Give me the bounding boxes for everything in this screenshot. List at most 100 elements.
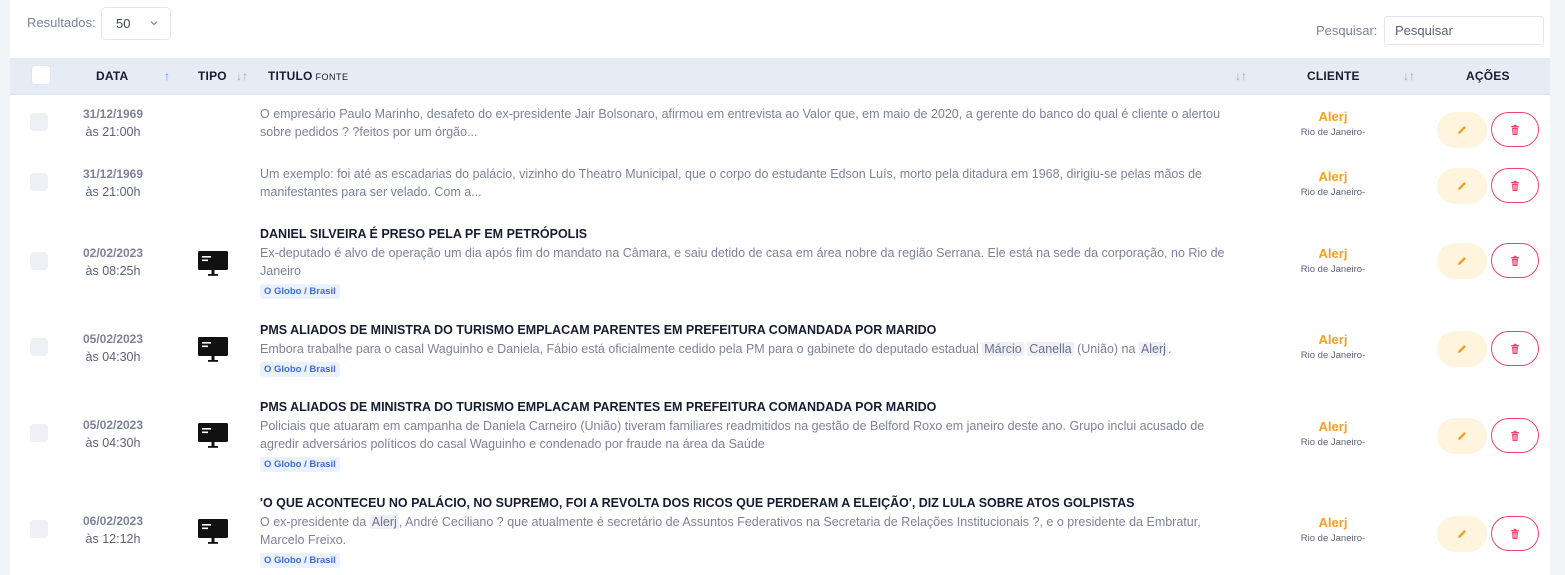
sort-asc-icon[interactable]: ↑ (164, 69, 170, 83)
news-snippet: Ex-deputado é alvo de operação um dia ap… (260, 244, 1230, 280)
row-client: Alerj Rio de Janeiro- (1288, 109, 1378, 138)
highlighted-keyword: Canella (1027, 342, 1074, 356)
row-time: às 04:30h (85, 350, 141, 364)
select-all-checkbox[interactable] (31, 65, 51, 85)
table-toolbar: Resultados: 50 Pesquisar: (10, 0, 1550, 58)
row-content[interactable]: DANIEL SILVEIRA É PRESO PELA PF EM PETRÓ… (260, 226, 1230, 299)
client-city: Rio de Janeiro- (1300, 533, 1366, 544)
source-badge: O Globo / Brasil (260, 284, 340, 299)
news-table-panel: Resultados: 50 Pesquisar: DATA ↑ TIPO ↓↑… (10, 0, 1550, 575)
table-row[interactable]: 06/02/2023 às 12:12h 'O QUE ACONTECEU NO P… (10, 484, 1550, 575)
results-per-page-value: 50 (116, 16, 131, 31)
client-name: Alerj (1318, 515, 1348, 530)
table-row[interactable]: 31/12/1969 às 21:00h O empresário Paulo Ma… (10, 95, 1550, 156)
delete-button[interactable] (1491, 331, 1539, 366)
row-checkbox[interactable] (30, 173, 48, 191)
row-date: 06/02/2023 (82, 514, 144, 528)
row-checkbox[interactable] (30, 338, 48, 356)
table-row[interactable]: 05/02/2023 às 04:30h PMS ALIADOS DE MINIST… (10, 388, 1550, 485)
snippet-text: Um exemplo: foi até as escadarias do pal… (260, 167, 1202, 199)
client-name: Alerj (1318, 332, 1348, 347)
delete-button[interactable] (1491, 516, 1539, 551)
sort-icon[interactable]: ↓↑ (1403, 69, 1415, 83)
row-checkbox[interactable] (30, 113, 48, 131)
row-date: 31/12/1969 (82, 107, 144, 121)
client-city: Rio de Janeiro- (1300, 350, 1366, 361)
search-label: Pesquisar: (1316, 23, 1378, 38)
monitor-icon (198, 423, 228, 449)
edit-button[interactable] (1437, 418, 1487, 454)
client-name: Alerj (1318, 109, 1348, 124)
edit-button[interactable] (1437, 516, 1487, 552)
snippet-text: Ex-deputado é alvo de operação um dia ap… (260, 246, 1225, 278)
column-header-titulo[interactable]: TITULO FONTE (268, 69, 349, 83)
row-checkbox[interactable] (30, 424, 48, 442)
edit-button[interactable] (1437, 168, 1487, 204)
delete-button[interactable] (1491, 243, 1539, 278)
row-content[interactable]: PMS ALIADOS DE MINISTRA DO TURISMO EMPLA… (260, 322, 1230, 377)
row-content[interactable]: 'O QUE ACONTECEU NO PALÁCIO, NO SUPREMO,… (260, 495, 1230, 568)
sort-icon[interactable]: ↓↑ (236, 69, 248, 83)
client-city: Rio de Janeiro- (1300, 264, 1366, 275)
column-header-cliente[interactable]: CLIENTE (1307, 69, 1360, 83)
row-client: Alerj Rio de Janeiro- (1288, 332, 1378, 361)
column-header-titulo-label: TITULO (268, 69, 313, 83)
row-time: às 12:12h (85, 532, 141, 546)
news-snippet: Um exemplo: foi até as escadarias do pal… (260, 165, 1230, 201)
sort-icon[interactable]: ↓↑ (1235, 69, 1247, 83)
source-badge: O Globo / Brasil (260, 457, 340, 472)
table-row[interactable]: 05/02/2023 às 04:30h PMS ALIADOS DE MINIST… (10, 311, 1550, 389)
delete-button[interactable] (1491, 168, 1539, 203)
results-label: Resultados: (27, 15, 96, 30)
snippet-text: , André Ceciliano ? que atualmente é sec… (260, 515, 1201, 547)
news-title[interactable]: PMS ALIADOS DE MINISTRA DO TURISMO EMPLA… (260, 322, 1230, 339)
snippet-text: Policiais que atuaram em campanha de Dan… (260, 419, 1205, 451)
edit-button[interactable] (1437, 331, 1487, 367)
search-input[interactable] (1384, 16, 1544, 45)
column-header-data[interactable]: DATA (96, 69, 128, 83)
highlighted-keyword: Alerj (369, 515, 399, 529)
news-snippet: O ex-presidente da Alerj, André Cecilian… (260, 513, 1230, 549)
row-client: Alerj Rio de Janeiro- (1288, 169, 1378, 198)
source-badge: O Globo / Brasil (260, 553, 340, 568)
highlighted-keyword: Márcio (982, 342, 1024, 356)
table-row[interactable]: 02/02/2023 às 08:25h DANIEL SILVEIRA É PRE… (10, 215, 1550, 312)
client-city: Rio de Janeiro- (1300, 437, 1366, 448)
row-time: às 21:00h (85, 125, 141, 139)
source-badge: O Globo / Brasil (260, 362, 340, 377)
row-time: às 04:30h (85, 436, 141, 450)
highlighted-keyword: Alerj (1138, 342, 1168, 356)
edit-button[interactable] (1437, 243, 1487, 279)
delete-button[interactable] (1491, 418, 1539, 453)
news-title[interactable]: 'O QUE ACONTECEU NO PALÁCIO, NO SUPREMO,… (260, 495, 1230, 512)
row-date: 05/02/2023 (82, 418, 144, 432)
row-content[interactable]: O empresário Paulo Marinho, desafeto do … (260, 105, 1230, 141)
column-header-tipo[interactable]: TIPO (198, 69, 227, 83)
row-checkbox[interactable] (30, 252, 48, 270)
table-row[interactable]: 31/12/1969 às 21:00h Um exemplo: foi até a… (10, 155, 1550, 216)
news-title[interactable]: PMS ALIADOS DE MINISTRA DO TURISMO EMPLA… (260, 399, 1230, 416)
snippet-text: O ex-presidente da (260, 515, 370, 529)
row-content[interactable]: PMS ALIADOS DE MINISTRA DO TURISMO EMPLA… (260, 399, 1230, 472)
snippet-text: . (1167, 342, 1172, 356)
row-client: Alerj Rio de Janeiro- (1288, 246, 1378, 275)
client-city: Rio de Janeiro- (1300, 127, 1366, 138)
column-header-acoes: AÇÕES (1466, 69, 1510, 83)
delete-button[interactable] (1491, 112, 1539, 147)
client-city: Rio de Janeiro- (1300, 187, 1366, 198)
news-snippet: Embora trabalhe para o casal Waguinho e … (260, 340, 1230, 358)
news-snippet: O empresário Paulo Marinho, desafeto do … (260, 105, 1230, 141)
row-time: às 21:00h (85, 185, 141, 199)
row-date: 02/02/2023 (82, 246, 144, 260)
edit-button[interactable] (1437, 112, 1487, 148)
table-header: DATA ↑ TIPO ↓↑ TITULO FONTE ↓↑ CLIENTE ↓↑… (10, 58, 1550, 95)
row-client: Alerj Rio de Janeiro- (1288, 419, 1378, 448)
row-content[interactable]: Um exemplo: foi até as escadarias do pal… (260, 165, 1230, 201)
column-header-fonte-label: FONTE (315, 72, 349, 82)
row-checkbox[interactable] (30, 520, 48, 538)
snippet-text: O empresário Paulo Marinho, desafeto do … (260, 107, 1221, 139)
row-time: às 08:25h (85, 264, 141, 278)
news-title[interactable]: DANIEL SILVEIRA É PRESO PELA PF EM PETRÓ… (260, 226, 1230, 243)
monitor-icon (198, 337, 228, 363)
results-per-page-select[interactable]: 50 (101, 7, 171, 40)
